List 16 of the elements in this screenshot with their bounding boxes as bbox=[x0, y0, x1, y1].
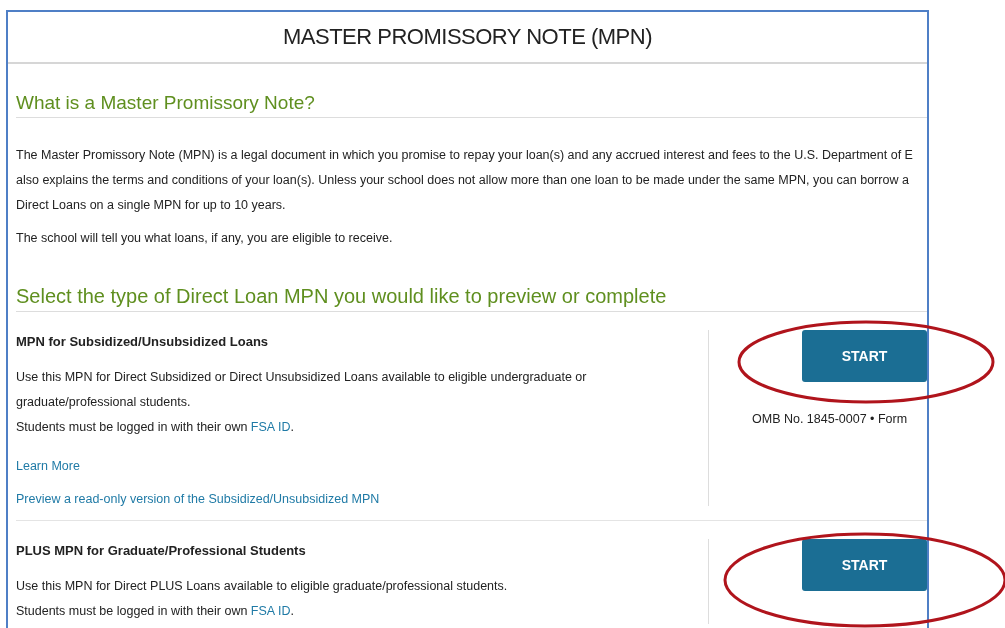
option-description: Use this MPN for Direct Subsidized or Direct Unsubsidized Loans available to eligible undergraduate or graduate/professional students. bbox=[16, 369, 588, 411]
option-description: Use this MPN for Direct PLUS Loans available to eligible graduate/professional students. bbox=[16, 578, 509, 595]
start-button[interactable]: START bbox=[802, 539, 927, 591]
eligibility-note: The school will tell you what loans, if any, you are eligible to receive. bbox=[16, 230, 394, 247]
option-link[interactable]: Preview a read-only version of the Subsidized/Unsubsidized MPN bbox=[16, 492, 380, 506]
start-button[interactable]: START bbox=[802, 330, 927, 382]
option-title: MPN for Subsidized/Unsubsidized Loans bbox=[16, 334, 270, 349]
page-title: MASTER PROMISSORY NOTE (MPN) bbox=[283, 24, 652, 50]
login-requirement: Students must be logged in with their own FSA ID. bbox=[16, 419, 295, 436]
section-heading: Select the type of Direct Loan MPN you would like to preview or complete bbox=[16, 285, 927, 312]
option-title: PLUS MPN for Graduate/Professional Students bbox=[16, 543, 307, 558]
form-number: OMB No. 1845-0007 • Form bbox=[752, 412, 909, 426]
section-heading: What is a Master Promissory Note? bbox=[16, 92, 927, 118]
login-requirement: Students must be logged in with their own FSA ID. bbox=[16, 603, 295, 620]
intro-paragraph: The Master Promissory Note (MPN) is a legal document in which you promise to repay your loan(s) and any accrued interest and fees to the U.S. Department of E also explains the terms and conditions of your loan(s). Unless your school does not allow more than one loan to be made under the same MPN, you can borrow a Direct Loans on a single MPN for up to 10 years. bbox=[16, 147, 914, 214]
option-link[interactable]: Learn More bbox=[16, 459, 80, 473]
